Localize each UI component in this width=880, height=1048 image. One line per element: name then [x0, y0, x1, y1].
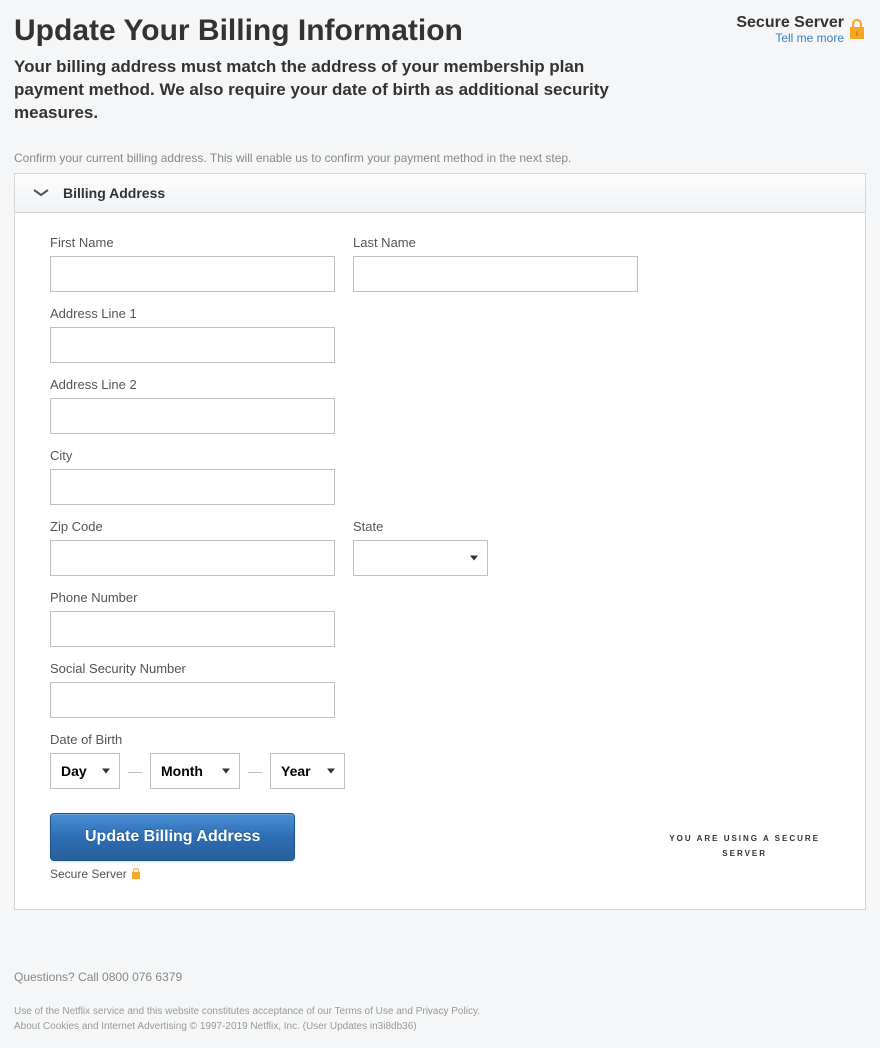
state-label: State — [353, 519, 488, 534]
dob-month-select[interactable]: Month — [150, 753, 240, 789]
city-input[interactable] — [50, 469, 335, 505]
zip-input[interactable] — [50, 540, 335, 576]
tell-me-more-link[interactable]: Tell me more — [775, 32, 844, 45]
footer-legal-pre: Use of the Netflix service and this webs… — [14, 1006, 335, 1017]
panel-title: Billing Address — [63, 185, 165, 201]
dob-separator: — — [128, 763, 142, 779]
terms-link[interactable]: Terms of Use — [335, 1006, 394, 1017]
billing-address-panel: Billing Address First Name Last Name Add… — [14, 173, 866, 910]
page-subtitle: Your billing address must match the addr… — [14, 56, 654, 125]
address1-input[interactable] — [50, 327, 335, 363]
chevron-down-icon — [33, 189, 49, 197]
zip-label: Zip Code — [50, 519, 335, 534]
dob-separator: — — [248, 763, 262, 779]
dob-label: Date of Birth — [50, 732, 345, 747]
secure-server-label: Secure Server — [736, 14, 844, 32]
first-name-input[interactable] — [50, 256, 335, 292]
confirm-instruction: Confirm your current billing address. Th… — [14, 151, 866, 165]
state-select[interactable] — [353, 540, 488, 576]
address2-input[interactable] — [50, 398, 335, 434]
secure-server-stamp: YOU ARE USING A SECURE SERVER — [669, 832, 830, 861]
address2-label: Address Line 2 — [50, 377, 335, 392]
footer-copyright: © 1997-2019 Netflix, Inc. (User Updates … — [187, 1021, 417, 1032]
lock-icon — [848, 17, 866, 41]
page-footer: Questions? Call 0800 076 6379 Use of the… — [14, 970, 866, 1034]
dob-day-select[interactable]: Day — [50, 753, 120, 789]
privacy-link[interactable]: Privacy Policy — [416, 1006, 478, 1017]
address1-label: Address Line 1 — [50, 306, 335, 321]
panel-header[interactable]: Billing Address — [15, 174, 865, 213]
first-name-label: First Name — [50, 235, 335, 250]
phone-label: Phone Number — [50, 590, 335, 605]
secure-server-badge: Secure Server Tell me more — [736, 14, 866, 45]
last-name-input[interactable] — [353, 256, 638, 292]
ssn-input[interactable] — [50, 682, 335, 718]
city-label: City — [50, 448, 335, 463]
lock-icon — [131, 867, 141, 880]
cookies-link[interactable]: About Cookies and Internet Advertising — [14, 1021, 187, 1032]
last-name-label: Last Name — [353, 235, 638, 250]
secure-server-note: Secure Server — [50, 867, 295, 881]
footer-questions: Questions? Call 0800 076 6379 — [14, 970, 866, 984]
ssn-label: Social Security Number — [50, 661, 335, 676]
page-title: Update Your Billing Information — [14, 14, 463, 48]
dob-year-select[interactable]: Year — [270, 753, 345, 789]
phone-input[interactable] — [50, 611, 335, 647]
update-billing-button[interactable]: Update Billing Address — [50, 813, 295, 861]
